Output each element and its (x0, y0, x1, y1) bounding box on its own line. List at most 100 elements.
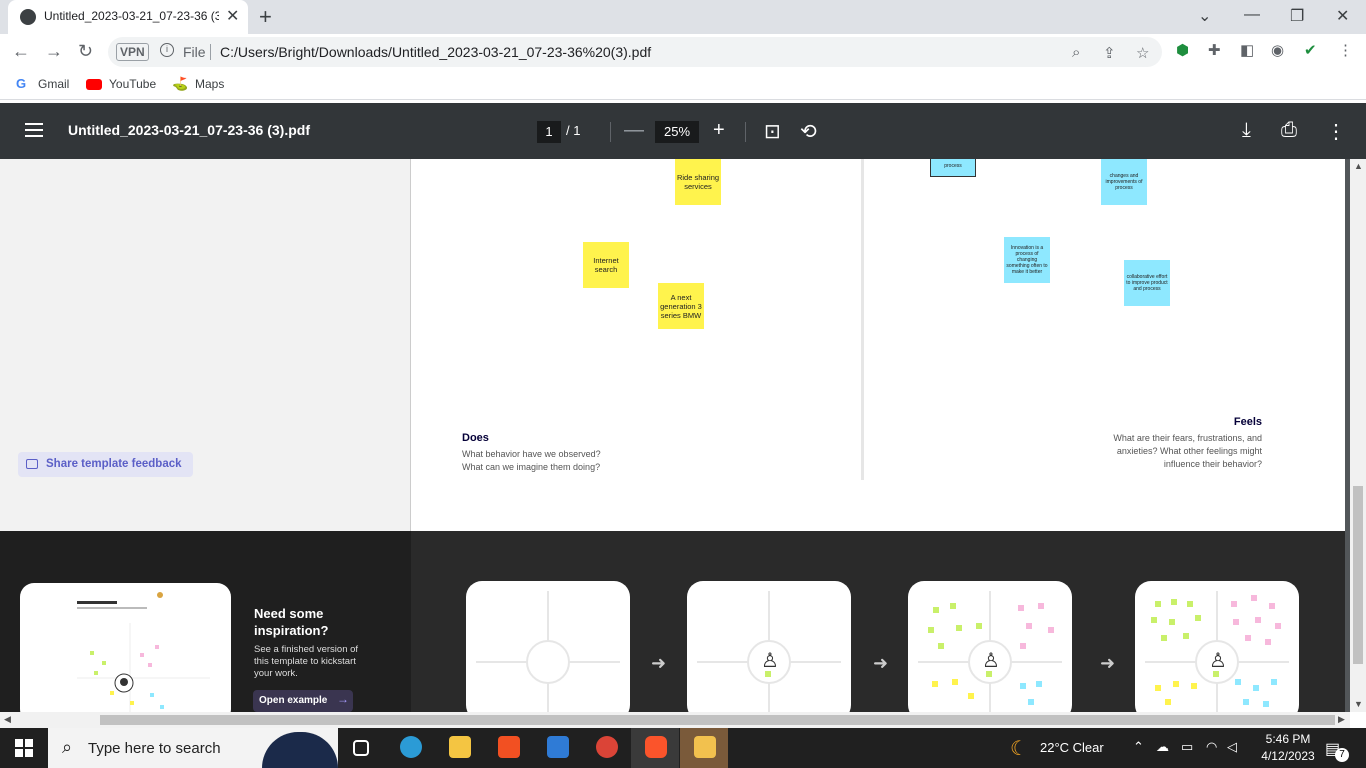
fit-page-icon[interactable]: ⊡ (764, 119, 781, 144)
sticky-dot (1173, 681, 1179, 687)
bookmark-gmail[interactable]: Gmail (38, 77, 69, 91)
example-thumbnail[interactable] (20, 583, 231, 712)
new-tab-button[interactable]: + (259, 4, 272, 30)
site-info-icon[interactable]: i (160, 43, 174, 57)
chrome-glyph (596, 736, 618, 758)
taskbar-search[interactable]: ⌕ Type here to search (48, 728, 338, 768)
sticky-dot (1048, 627, 1054, 633)
feels-description-1: What are their fears, frustrations, and (1113, 433, 1262, 443)
profile-avatar-icon[interactable]: ◉ (1271, 41, 1284, 59)
sticky-dot (1028, 699, 1034, 705)
bookmark-youtube[interactable]: YouTube (109, 77, 156, 91)
sticky-dot (986, 671, 992, 677)
scroll-right-icon[interactable]: ▶ (1338, 714, 1345, 725)
template-side-panel: Share template feedback (0, 159, 411, 531)
clock-date[interactable]: 4/12/2023 (1252, 749, 1324, 763)
bookmark-star-icon[interactable]: ☆ (1136, 44, 1149, 62)
inspiration-description: See a finished version of this template … (254, 644, 359, 679)
sticky-dot (1245, 635, 1251, 641)
bookmark-maps[interactable]: Maps (195, 77, 224, 91)
side-panel-icon[interactable]: ◧ (1240, 41, 1254, 59)
zoom-in-icon[interactable]: + (713, 119, 725, 142)
share-feedback-button[interactable]: Share template feedback (18, 452, 193, 477)
edge-glyph (400, 736, 422, 758)
sticky-dot (1155, 601, 1161, 607)
chrome-icon[interactable] (582, 728, 630, 768)
horizontal-scroll-thumb[interactable] (100, 715, 1335, 725)
browser-tab[interactable]: Untitled_2023-03-21_07-23-36 (3 ✕ (8, 0, 248, 34)
scroll-up-icon[interactable]: ▲ (1354, 161, 1363, 171)
minimize-button[interactable]: — (1244, 6, 1260, 24)
url-separator (210, 44, 211, 60)
pdf-filename: Untitled_2023-03-21_07-23-36 (3).pdf (68, 122, 310, 138)
rotate-icon[interactable]: ⟲ (800, 119, 817, 144)
file-explorer-icon[interactable] (435, 728, 483, 768)
pdf-more-icon[interactable]: ⋮ (1326, 119, 1346, 144)
back-icon[interactable]: ← (12, 41, 30, 62)
sticky-dot (1187, 601, 1193, 607)
edge-icon[interactable] (386, 728, 434, 768)
tray-chevron-icon[interactable]: ⌃ (1133, 739, 1144, 755)
pdf-viewport[interactable]: Share template feedback Ride sharing ser… (0, 159, 1350, 712)
tab-search-icon[interactable]: ⌄ (1198, 6, 1211, 26)
zoom-icon[interactable]: ⌕ (1072, 44, 1080, 61)
print-icon[interactable]: ⎙ (1281, 119, 1297, 142)
sticky-dot (1036, 681, 1042, 687)
sticky-dot (1231, 601, 1237, 607)
toolbar-divider (610, 122, 611, 142)
mail-icon[interactable] (533, 728, 581, 768)
weather-text[interactable]: 22°C Clear (1040, 740, 1104, 755)
wifi-icon[interactable]: ◠ (1206, 739, 1217, 755)
sticky-dot (1020, 643, 1026, 649)
reload-icon[interactable]: ↻ (78, 41, 93, 62)
extensions-puzzle-icon[interactable]: ✚ (1208, 41, 1221, 59)
onedrive-cloud-icon[interactable]: ☁ (1156, 739, 1169, 755)
close-window-button[interactable]: ✕ (1336, 6, 1349, 26)
page-number-input[interactable]: 1 (537, 121, 561, 143)
download-icon[interactable]: ⤓ (1242, 119, 1251, 142)
arrow-right-icon: ➜ (1100, 653, 1116, 673)
battery-icon[interactable]: ▭ (1181, 739, 1193, 755)
forward-icon[interactable]: → (45, 41, 63, 62)
open-example-button[interactable]: Open example → (253, 690, 353, 712)
windows-logo (15, 739, 33, 757)
task-view-icon[interactable] (336, 728, 384, 768)
share-icon[interactable]: ⇪ (1103, 44, 1116, 62)
search-placeholder: Type here to search (88, 740, 221, 757)
vertical-scroll-thumb[interactable] (1353, 486, 1363, 664)
scroll-down-icon[interactable]: ▼ (1354, 699, 1363, 709)
windows-start-icon[interactable] (15, 739, 33, 757)
tab-strip: Untitled_2023-03-21_07-23-36 (3 ✕ + ⌄ — … (0, 0, 1366, 34)
empathy-map-board: Ride sharing services Internet search A … (412, 159, 1345, 531)
address-bar[interactable]: VPN i File C:/Users/Bright/Downloads/Unt… (108, 37, 1162, 67)
arrow-right-icon: ➜ (873, 653, 889, 673)
sticky-dot (1235, 679, 1241, 685)
sticky-note: changes and improvements of process (1101, 159, 1147, 205)
volume-icon[interactable]: ◁ (1227, 739, 1237, 755)
sticky-dot (1191, 683, 1197, 689)
sticky-dot (932, 681, 938, 687)
zoom-out-icon[interactable]: — (624, 119, 644, 142)
vertical-scrollbar[interactable]: ▲ ▼ (1350, 159, 1366, 712)
zoom-input[interactable]: 25% (655, 121, 699, 143)
restore-button[interactable]: ❐ (1290, 6, 1304, 26)
url-text[interactable]: C:/Users/Bright/Downloads/Untitled_2023-… (220, 44, 651, 60)
pdf-app-icon[interactable] (680, 728, 728, 768)
security-check-icon[interactable]: ✔ (1304, 41, 1317, 59)
sticky-dot (976, 623, 982, 629)
search-highlight-image (262, 732, 338, 768)
extension-shield-icon[interactable]: ⬢ (1176, 41, 1189, 59)
close-tab-icon[interactable]: ✕ (226, 6, 239, 26)
person-icon: ♙ (982, 650, 1000, 672)
scroll-left-icon[interactable]: ◀ (4, 714, 11, 725)
sticky-dot (1151, 617, 1157, 623)
microsoft-store-icon[interactable] (484, 728, 532, 768)
horizontal-scrollbar[interactable]: ◀ ▶ (0, 712, 1350, 728)
step-card-1 (466, 581, 630, 712)
clock-time[interactable]: 5:46 PM (1258, 732, 1318, 746)
windows-taskbar: ⌕ Type here to search ☾ 22°C Clear ⌃ ☁ ▭… (0, 728, 1366, 768)
browser-menu-icon[interactable]: ⋮ (1338, 41, 1353, 59)
brave-icon[interactable] (631, 728, 679, 768)
pdf-menu-icon[interactable] (25, 123, 43, 137)
vpn-badge[interactable]: VPN (116, 43, 149, 61)
